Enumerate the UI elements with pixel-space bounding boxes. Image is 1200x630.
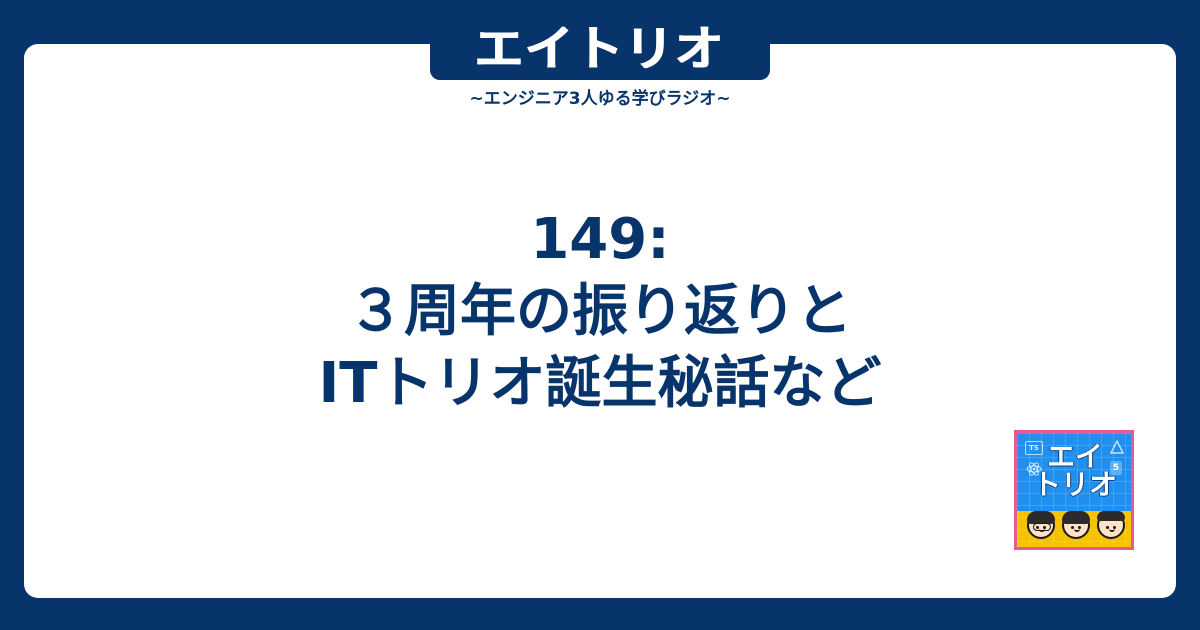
- episode-title-line-3: ITトリオ誕生秘話など: [318, 351, 882, 416]
- hair-icon: [1097, 511, 1125, 521]
- podcast-cover-badge: TS 5 エイ トリオ: [1014, 430, 1134, 550]
- badge-title-line-1: エイ: [1046, 440, 1103, 473]
- hair-icon: [1062, 511, 1090, 524]
- episode-title: 149: ３周年の振り返りと ITトリオ誕生秘話など: [0, 204, 1200, 420]
- episode-title-line-2: ３周年の振り返りと: [348, 279, 852, 344]
- episode-title-line-1: 149:: [530, 207, 670, 272]
- brand-logo: エイトリオ: [430, 18, 770, 80]
- mouth-icon: [1109, 527, 1115, 532]
- mouth-icon: [1039, 527, 1045, 532]
- badge-title-line-2: トリオ: [1032, 468, 1117, 501]
- brand-logo-text: エイトリオ: [474, 21, 725, 77]
- brand-tagline: ~エンジニア3人ゆる学びラジオ~: [469, 89, 731, 109]
- character-face-3: [1097, 511, 1125, 539]
- character-faces: [1027, 499, 1125, 539]
- character-face-1: [1027, 511, 1055, 539]
- mouth-icon: [1074, 527, 1080, 532]
- character-face-2: [1062, 511, 1090, 539]
- badge-title: エイ トリオ: [1027, 443, 1123, 499]
